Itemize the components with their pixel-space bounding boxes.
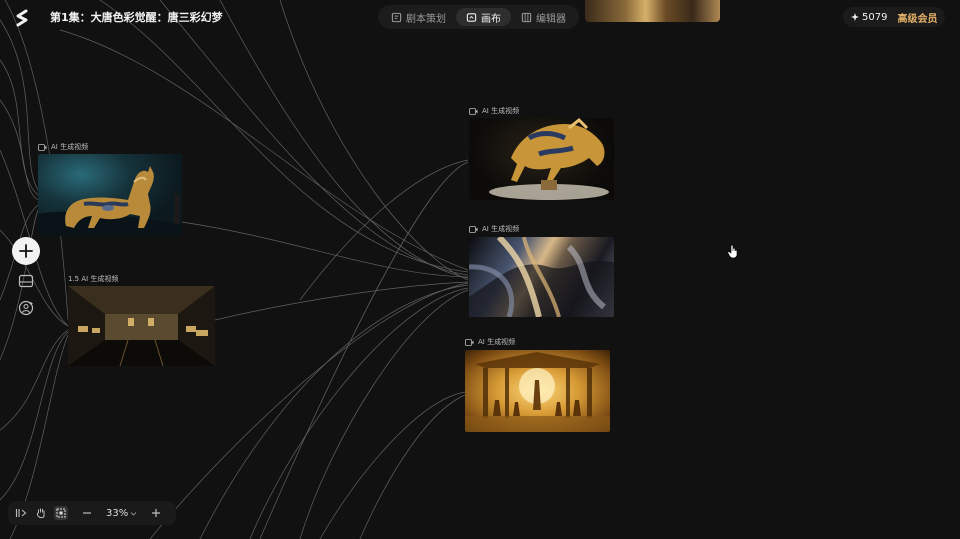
horse-image: [38, 166, 182, 236]
video-node-horse-teal[interactable]: [38, 154, 182, 236]
zoom-level-select[interactable]: 33%: [106, 508, 137, 519]
hand-cursor-icon: [727, 245, 738, 259]
video-icon: [465, 338, 474, 346]
hand-tool-button[interactable]: [34, 506, 48, 520]
horse-rearing-image: [489, 118, 609, 200]
tab-editor[interactable]: 编辑器: [511, 8, 576, 26]
tab-canvas-label: 画布: [481, 13, 501, 25]
folder-icon[interactable]: [17, 272, 35, 290]
video-icon: [469, 107, 478, 115]
node-label: 1.5 AI 生成视频: [68, 274, 118, 284]
chevron-down-icon: [130, 511, 137, 516]
fit-view-icon: [15, 509, 27, 517]
museum-image: [68, 286, 215, 366]
video-icon: [38, 143, 47, 151]
canvas-icon: [466, 12, 477, 22]
minus-icon: [83, 512, 91, 514]
video-node-golden-smoke[interactable]: [469, 237, 614, 317]
zoom-in-button[interactable]: [149, 506, 163, 520]
select-tool-button[interactable]: [54, 506, 68, 520]
video-node-horse-rearing[interactable]: [469, 118, 614, 200]
select-icon: [56, 508, 66, 518]
node-label-text: AI 生成视频: [51, 143, 89, 151]
temple-image: [465, 352, 610, 432]
app-logo[interactable]: [12, 8, 32, 28]
vip-button[interactable]: 高级会员: [897, 10, 937, 25]
fit-view-button[interactable]: [14, 506, 28, 520]
view-tabs: 剧本策划 画布 编辑器: [378, 5, 579, 29]
video-icon: [469, 225, 478, 233]
zoom-level: 33%: [106, 507, 129, 519]
tab-script-label: 剧本策划: [406, 13, 446, 25]
node-label-text: AI 生成视频: [482, 107, 520, 115]
node-label-text: AI 生成视频: [478, 338, 516, 346]
node-label-text: AI 生成视频: [482, 225, 520, 233]
editor-icon: [521, 12, 532, 22]
plus-icon: [19, 244, 33, 258]
node-label: AI 生成视频: [469, 106, 519, 116]
tab-canvas[interactable]: 画布: [456, 8, 511, 26]
script-icon: [391, 12, 402, 22]
node-label: AI 生成视频: [465, 337, 515, 347]
user-add-icon[interactable]: [17, 299, 35, 317]
zoom-out-button[interactable]: [80, 506, 94, 520]
diamond-icon: [851, 13, 859, 21]
plus-small-icon: [152, 509, 161, 517]
node-label: AI 生成视频: [38, 142, 88, 152]
page-title: 第1集：大唐色彩觉醒：唐三彩幻梦: [50, 11, 223, 24]
hand-icon: [36, 508, 45, 519]
video-node-golden-temple[interactable]: [465, 350, 610, 432]
smoke-image: [469, 237, 614, 317]
add-node-button[interactable]: [12, 237, 40, 265]
credits-display[interactable]: 5079: [851, 12, 887, 23]
credits-panel: 5079 高级会员: [843, 7, 946, 27]
node-label-text: 1.5 AI 生成视频: [68, 275, 119, 283]
tab-script[interactable]: 剧本策划: [381, 8, 456, 26]
top-preview-thumbnail[interactable]: [585, 0, 720, 22]
tab-editor-label: 编辑器: [536, 13, 566, 25]
video-node-museum-hall[interactable]: [68, 286, 215, 366]
credits-count: 5079: [862, 11, 888, 23]
canvas-controls: 33%: [8, 501, 176, 525]
node-label: AI 生成视频: [469, 224, 519, 234]
